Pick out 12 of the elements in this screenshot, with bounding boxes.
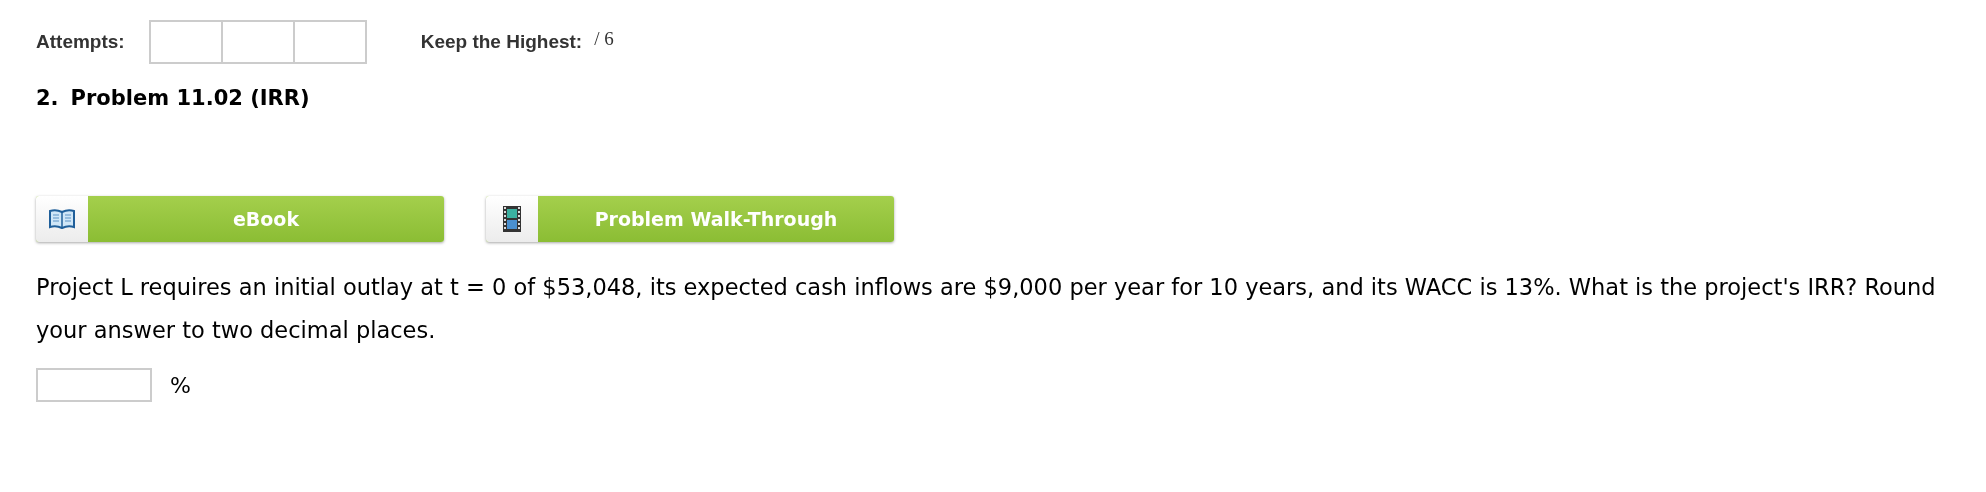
film-strip-icon bbox=[503, 206, 521, 232]
attempts-label: Attempts: bbox=[36, 31, 125, 53]
problem-number: 2. bbox=[36, 86, 59, 110]
problem-title: Problem 11.02 (IRR) bbox=[70, 86, 310, 110]
book-icon bbox=[49, 208, 75, 230]
question-text: Project L requires an initial outlay at t = 0 of $53,048, its expected cash inflows are $9,000 per year for 10 years, and its WACC is 13%. What is the project's IRR? Round your answer to two decimal places. bbox=[36, 273, 1937, 345]
ebook-button[interactable]: eBook bbox=[36, 196, 444, 242]
percent-unit: % bbox=[170, 372, 191, 398]
answer-field[interactable] bbox=[36, 368, 152, 402]
keep-highest-label: Keep the Highest: bbox=[420, 31, 583, 53]
walkthrough-button[interactable]: Problem Walk-Through bbox=[486, 196, 894, 242]
score-value: / 6 bbox=[594, 28, 614, 50]
